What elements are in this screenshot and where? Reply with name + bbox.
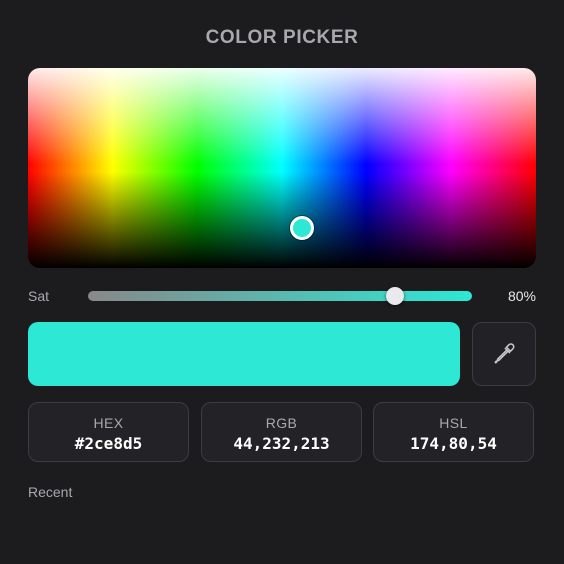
spectrum-handle[interactable]	[290, 216, 314, 240]
saturation-slider[interactable]	[88, 287, 472, 305]
saturation-value: 80%	[507, 288, 536, 304]
hsl-label: HSL	[439, 415, 468, 431]
hsl-value: 174,80,54	[410, 434, 497, 453]
eyedropper-button[interactable]	[472, 322, 536, 386]
rgb-label: RGB	[265, 415, 298, 431]
saturation-label: Sat	[28, 288, 50, 304]
recent-colors-label: Recent	[28, 484, 73, 500]
hsl-value-field[interactable]: HSL 174,80,54	[373, 402, 534, 462]
eyedropper-icon	[494, 343, 515, 364]
saturation-slider-thumb[interactable]	[386, 287, 405, 305]
hex-value-field[interactable]: HEX #2ce8d5	[28, 402, 189, 462]
panel-title: COLOR PICKER	[205, 27, 359, 48]
hex-label: HEX	[93, 415, 124, 431]
rgb-value: 44,232,213	[233, 434, 330, 453]
rgb-value-field[interactable]: RGB 44,232,213	[201, 402, 362, 462]
color-preview-swatch	[28, 322, 460, 386]
color-spectrum-area[interactable]	[28, 68, 536, 268]
hex-value: #2ce8d5	[74, 434, 143, 453]
